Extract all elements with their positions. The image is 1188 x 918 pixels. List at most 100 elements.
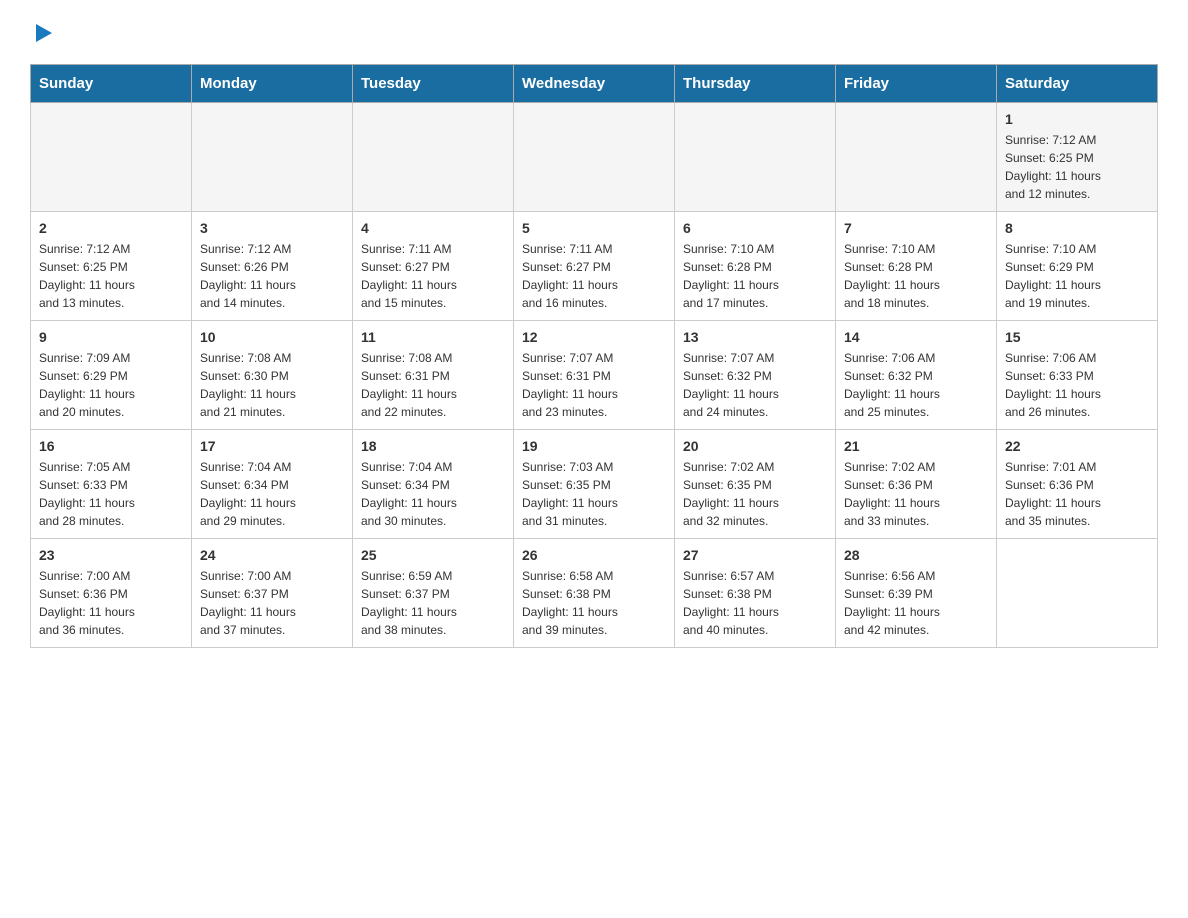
calendar-day-header: Monday <box>192 65 353 103</box>
day-number: 26 <box>522 547 666 563</box>
calendar-day-cell: 21 Sunrise: 7:02 AM Sunset: 6:36 PM Dayli… <box>836 430 997 539</box>
day-info: Sunrise: 7:09 AM Sunset: 6:29 PM Dayligh… <box>39 349 183 421</box>
calendar-day-cell: 11 Sunrise: 7:08 AM Sunset: 6:31 PM Dayli… <box>353 321 514 430</box>
calendar-day-cell <box>514 103 675 212</box>
calendar-day-cell: 2 Sunrise: 7:12 AM Sunset: 6:25 PM Daylig… <box>31 212 192 321</box>
day-number: 5 <box>522 220 666 236</box>
day-info: Sunrise: 6:58 AM Sunset: 6:38 PM Dayligh… <box>522 567 666 639</box>
day-info: Sunrise: 7:00 AM Sunset: 6:37 PM Dayligh… <box>200 567 344 639</box>
day-info: Sunrise: 7:10 AM Sunset: 6:28 PM Dayligh… <box>844 240 988 312</box>
calendar-day-cell: 4 Sunrise: 7:11 AM Sunset: 6:27 PM Daylig… <box>353 212 514 321</box>
day-info: Sunrise: 6:57 AM Sunset: 6:38 PM Dayligh… <box>683 567 827 639</box>
calendar-day-header: Tuesday <box>353 65 514 103</box>
calendar-week-row: 16 Sunrise: 7:05 AM Sunset: 6:33 PM Dayli… <box>31 430 1158 539</box>
calendar-day-cell: 17Sunrise: 7:04 AM Sunset: 6:34 PM Dayli… <box>192 430 353 539</box>
calendar-header-row: SundayMondayTuesdayWednesdayThursdayFrid… <box>31 65 1158 103</box>
day-number: 10 <box>200 329 344 345</box>
calendar-day-cell: 12 Sunrise: 7:07 AM Sunset: 6:31 PM Dayli… <box>514 321 675 430</box>
day-info: Sunrise: 7:03 AM Sunset: 6:35 PM Dayligh… <box>522 458 666 530</box>
day-info: Sunrise: 7:08 AM Sunset: 6:31 PM Dayligh… <box>361 349 505 421</box>
day-number: 2 <box>39 220 183 236</box>
day-number: 12 <box>522 329 666 345</box>
day-number: 23 <box>39 547 183 563</box>
day-info: Sunrise: 6:56 AM Sunset: 6:39 PM Dayligh… <box>844 567 988 639</box>
day-number: 11 <box>361 329 505 345</box>
day-info: Sunrise: 7:07 AM Sunset: 6:32 PM Dayligh… <box>683 349 827 421</box>
logo <box>30 20 54 44</box>
day-number: 24 <box>200 547 344 563</box>
day-info: Sunrise: 7:04 AM Sunset: 6:34 PM Dayligh… <box>361 458 505 530</box>
day-info: Sunrise: 7:10 AM Sunset: 6:28 PM Dayligh… <box>683 240 827 312</box>
page-header <box>30 20 1158 44</box>
calendar-table: SundayMondayTuesdayWednesdayThursdayFrid… <box>30 64 1158 648</box>
day-info: Sunrise: 7:05 AM Sunset: 6:33 PM Dayligh… <box>39 458 183 530</box>
day-info: Sunrise: 7:12 AM Sunset: 6:25 PM Dayligh… <box>39 240 183 312</box>
calendar-day-cell: 13 Sunrise: 7:07 AM Sunset: 6:32 PM Dayli… <box>675 321 836 430</box>
calendar-day-cell <box>675 103 836 212</box>
calendar-day-cell: 3Sunrise: 7:12 AM Sunset: 6:26 PM Daylig… <box>192 212 353 321</box>
calendar-day-cell: 27 Sunrise: 6:57 AM Sunset: 6:38 PM Dayli… <box>675 539 836 648</box>
calendar-day-cell: 18 Sunrise: 7:04 AM Sunset: 6:34 PM Dayli… <box>353 430 514 539</box>
day-number: 7 <box>844 220 988 236</box>
calendar-day-cell <box>997 539 1158 648</box>
calendar-day-cell: 5 Sunrise: 7:11 AM Sunset: 6:27 PM Daylig… <box>514 212 675 321</box>
calendar-day-header: Thursday <box>675 65 836 103</box>
logo-arrow-icon <box>32 22 54 44</box>
calendar-day-cell: 14 Sunrise: 7:06 AM Sunset: 6:32 PM Dayli… <box>836 321 997 430</box>
calendar-day-cell: 9 Sunrise: 7:09 AM Sunset: 6:29 PM Daylig… <box>31 321 192 430</box>
day-info: Sunrise: 7:06 AM Sunset: 6:32 PM Dayligh… <box>844 349 988 421</box>
day-info: Sunrise: 7:11 AM Sunset: 6:27 PM Dayligh… <box>522 240 666 312</box>
calendar-day-header: Saturday <box>997 65 1158 103</box>
day-info: Sunrise: 7:02 AM Sunset: 6:36 PM Dayligh… <box>844 458 988 530</box>
calendar-day-cell <box>353 103 514 212</box>
calendar-week-row: 1 Sunrise: 7:12 AM Sunset: 6:25 PM Daylig… <box>31 103 1158 212</box>
calendar-day-cell: 15 Sunrise: 7:06 AM Sunset: 6:33 PM Dayli… <box>997 321 1158 430</box>
calendar-week-row: 23 Sunrise: 7:00 AM Sunset: 6:36 PM Dayli… <box>31 539 1158 648</box>
day-info: Sunrise: 7:12 AM Sunset: 6:25 PM Dayligh… <box>1005 131 1149 203</box>
day-info: Sunrise: 7:06 AM Sunset: 6:33 PM Dayligh… <box>1005 349 1149 421</box>
calendar-day-header: Wednesday <box>514 65 675 103</box>
calendar-day-cell: 10Sunrise: 7:08 AM Sunset: 6:30 PM Dayli… <box>192 321 353 430</box>
day-number: 28 <box>844 547 988 563</box>
day-number: 1 <box>1005 111 1149 127</box>
day-number: 8 <box>1005 220 1149 236</box>
day-info: Sunrise: 7:00 AM Sunset: 6:36 PM Dayligh… <box>39 567 183 639</box>
day-info: Sunrise: 7:02 AM Sunset: 6:35 PM Dayligh… <box>683 458 827 530</box>
calendar-day-cell: 8Sunrise: 7:10 AM Sunset: 6:29 PM Daylig… <box>997 212 1158 321</box>
day-number: 17 <box>200 438 344 454</box>
calendar-day-cell: 16 Sunrise: 7:05 AM Sunset: 6:33 PM Dayli… <box>31 430 192 539</box>
day-number: 18 <box>361 438 505 454</box>
day-number: 20 <box>683 438 827 454</box>
calendar-day-cell: 19 Sunrise: 7:03 AM Sunset: 6:35 PM Dayli… <box>514 430 675 539</box>
day-number: 19 <box>522 438 666 454</box>
day-number: 25 <box>361 547 505 563</box>
day-number: 4 <box>361 220 505 236</box>
day-number: 27 <box>683 547 827 563</box>
calendar-day-cell: 22 Sunrise: 7:01 AM Sunset: 6:36 PM Dayli… <box>997 430 1158 539</box>
calendar-day-cell: 7 Sunrise: 7:10 AM Sunset: 6:28 PM Daylig… <box>836 212 997 321</box>
day-number: 22 <box>1005 438 1149 454</box>
day-number: 21 <box>844 438 988 454</box>
day-number: 16 <box>39 438 183 454</box>
calendar-week-row: 2 Sunrise: 7:12 AM Sunset: 6:25 PM Daylig… <box>31 212 1158 321</box>
calendar-day-cell: 28 Sunrise: 6:56 AM Sunset: 6:39 PM Dayli… <box>836 539 997 648</box>
calendar-day-cell: 23 Sunrise: 7:00 AM Sunset: 6:36 PM Dayli… <box>31 539 192 648</box>
calendar-day-header: Sunday <box>31 65 192 103</box>
day-info: Sunrise: 7:11 AM Sunset: 6:27 PM Dayligh… <box>361 240 505 312</box>
calendar-day-header: Friday <box>836 65 997 103</box>
day-info: Sunrise: 7:01 AM Sunset: 6:36 PM Dayligh… <box>1005 458 1149 530</box>
day-number: 9 <box>39 329 183 345</box>
calendar-day-cell: 25 Sunrise: 6:59 AM Sunset: 6:37 PM Dayli… <box>353 539 514 648</box>
calendar-week-row: 9 Sunrise: 7:09 AM Sunset: 6:29 PM Daylig… <box>31 321 1158 430</box>
day-number: 15 <box>1005 329 1149 345</box>
day-number: 13 <box>683 329 827 345</box>
day-info: Sunrise: 6:59 AM Sunset: 6:37 PM Dayligh… <box>361 567 505 639</box>
calendar-day-cell: 6 Sunrise: 7:10 AM Sunset: 6:28 PM Daylig… <box>675 212 836 321</box>
day-number: 6 <box>683 220 827 236</box>
day-number: 3 <box>200 220 344 236</box>
day-number: 14 <box>844 329 988 345</box>
day-info: Sunrise: 7:07 AM Sunset: 6:31 PM Dayligh… <box>522 349 666 421</box>
calendar-day-cell <box>836 103 997 212</box>
calendar-day-cell: 26 Sunrise: 6:58 AM Sunset: 6:38 PM Dayli… <box>514 539 675 648</box>
calendar-day-cell: 1 Sunrise: 7:12 AM Sunset: 6:25 PM Daylig… <box>997 103 1158 212</box>
